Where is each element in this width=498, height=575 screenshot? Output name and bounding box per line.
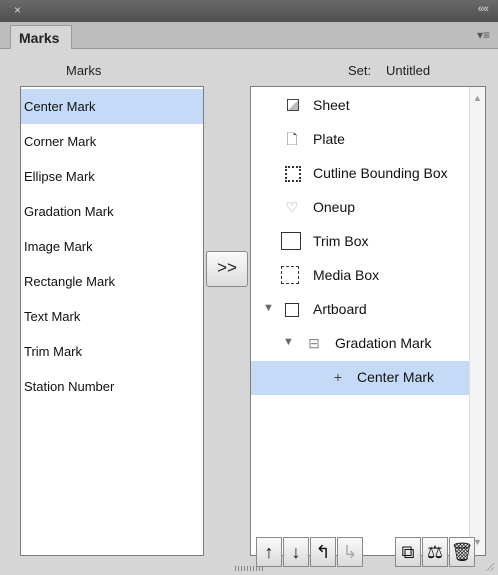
list-item-ellipse-mark[interactable]: Ellipse Mark — [21, 159, 203, 194]
tree-item-center-mark[interactable]: + Center Mark — [251, 361, 471, 395]
tree-item-label: Trim Box — [313, 233, 369, 249]
add-mark-button[interactable]: >> — [206, 251, 248, 287]
tree-item-label: Cutline Bounding Box — [313, 165, 448, 181]
set-label: Set: — [348, 63, 372, 78]
tree-item-cutline-bounding-box[interactable]: Cutline Bounding Box — [251, 157, 471, 191]
panel-menu-icon[interactable]: ▾≡ — [477, 28, 490, 42]
tree-item-artboard[interactable]: ▼ Artboard — [251, 293, 471, 327]
tree-item-sheet[interactable]: Sheet — [251, 89, 471, 123]
available-marks-list[interactable]: Center Mark Corner Mark Ellipse Mark Gra… — [20, 86, 204, 556]
cutline-bounding-box-icon — [285, 166, 301, 182]
delete-button[interactable]: 🗑 — [449, 537, 475, 567]
list-item-station-number[interactable]: Station Number — [21, 369, 203, 404]
set-value: Untitled — [386, 63, 431, 78]
tree-item-gradation-mark[interactable]: ▼ ⊟ Gradation Mark — [251, 327, 471, 361]
panel-resize-grip[interactable] — [235, 566, 265, 571]
gradation-mark-icon: ⊟ — [308, 335, 320, 351]
duplicate-button[interactable]: ⧉ — [395, 537, 421, 567]
tree-item-label: Plate — [313, 131, 345, 147]
panel-titlebar: × «« — [0, 0, 498, 22]
tree-item-label: Artboard — [313, 301, 367, 317]
move-down-button[interactable]: ↓ — [283, 537, 309, 567]
tree-item-label: Media Box — [313, 267, 380, 283]
tree-item-label: Sheet — [313, 97, 350, 113]
marks-list-header: Marks — [66, 63, 102, 78]
oneup-icon: ♡ — [285, 199, 299, 215]
move-in-button[interactable]: ↳ — [337, 537, 363, 567]
list-item-center-mark[interactable]: Center Mark — [21, 89, 203, 124]
sheet-icon — [287, 99, 299, 111]
tree-item-plate[interactable]: 🗋 Plate — [251, 123, 471, 157]
expand-triangle-icon[interactable]: ▼ — [283, 336, 294, 348]
tree-item-media-box[interactable]: Media Box — [251, 259, 471, 293]
media-box-icon — [281, 266, 299, 284]
vertical-scrollbar[interactable]: ▲ ▼ — [469, 87, 485, 555]
marks-set-tree[interactable]: Sheet 🗋 Plate Cutline Bounding Box ♡ One… — [250, 86, 486, 556]
list-item-gradation-mark[interactable]: Gradation Mark — [21, 194, 203, 229]
tree-item-trim-box[interactable]: Trim Box — [251, 225, 471, 259]
move-out-button[interactable]: ↰ — [310, 537, 336, 567]
resize-corner-icon[interactable] — [484, 561, 494, 571]
center-mark-icon: + — [333, 369, 343, 385]
list-item-trim-mark[interactable]: Trim Mark — [21, 334, 203, 369]
plate-icon: 🗋 — [286, 131, 298, 147]
tab-strip: Marks ▾≡ — [0, 22, 498, 49]
tree-item-label: Gradation Mark — [335, 335, 432, 351]
properties-button[interactable]: ⚖ — [422, 537, 448, 567]
collapse-icon[interactable]: «« — [478, 3, 489, 15]
list-item-rectangle-mark[interactable]: Rectangle Mark — [21, 264, 203, 299]
close-icon[interactable]: × — [14, 3, 21, 17]
tab-marks[interactable]: Marks — [10, 25, 72, 49]
trim-box-icon — [281, 232, 301, 250]
move-up-button[interactable]: ↑ — [256, 537, 282, 567]
list-item-text-mark[interactable]: Text Mark — [21, 299, 203, 334]
tree-item-label: Center Mark — [357, 369, 435, 385]
tree-item-label: Oneup — [313, 199, 356, 215]
expand-triangle-icon[interactable]: ▼ — [263, 302, 274, 314]
list-item-image-mark[interactable]: Image Mark — [21, 229, 203, 264]
list-item-corner-mark[interactable]: Corner Mark — [21, 124, 203, 159]
scroll-up-icon[interactable]: ▲ — [473, 93, 482, 103]
artboard-icon — [285, 303, 299, 317]
tree-item-oneup[interactable]: ♡ Oneup — [251, 191, 471, 225]
